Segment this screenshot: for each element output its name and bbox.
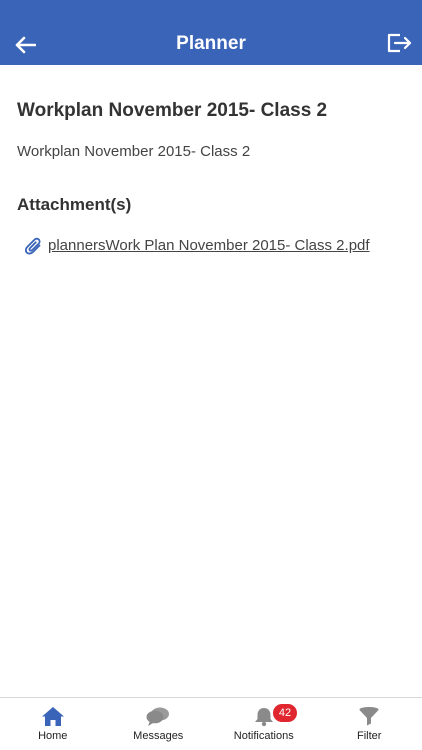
nav-notifications-label: Notifications — [233, 730, 294, 742]
app-header: Planner — [0, 0, 422, 65]
attachment-link[interactable]: plannersWork Plan November 2015- Class 2… — [48, 236, 370, 256]
header-title: Planner — [176, 33, 246, 54]
home-icon — [41, 705, 65, 727]
attachment-item[interactable]: plannersWork Plan November 2015- Class 2… — [24, 236, 405, 256]
attachments-heading: Attachment(s) — [17, 195, 132, 214]
nav-home[interactable]: Home — [0, 698, 106, 750]
nav-notifications[interactable]: Notifications 42 — [211, 698, 317, 750]
nav-messages[interactable]: Messages — [106, 698, 212, 750]
bell-icon — [252, 705, 276, 727]
app: Planner Workplan November 2015- Class 2 … — [0, 0, 422, 750]
chat-icon — [146, 705, 170, 727]
logout-button[interactable] — [384, 29, 414, 57]
logout-icon — [387, 33, 412, 53]
notifications-badge: 42 — [273, 704, 297, 722]
nav-messages-label: Messages — [133, 730, 184, 742]
nav-filter-label: Filter — [357, 730, 382, 742]
planner-description: Workplan November 2015- Class 2 — [17, 143, 251, 160]
nav-home-label: Home — [38, 730, 68, 742]
page-title: Workplan November 2015- Class 2 — [17, 100, 328, 121]
bottom-nav: Home Messages Notifications 42 Filter — [0, 697, 422, 750]
planner-detail: Workplan November 2015- Class 2 Workplan… — [17, 98, 405, 256]
nav-filter[interactable]: Filter — [317, 698, 422, 750]
paperclip-icon — [24, 236, 44, 256]
funnel-icon — [357, 705, 381, 727]
